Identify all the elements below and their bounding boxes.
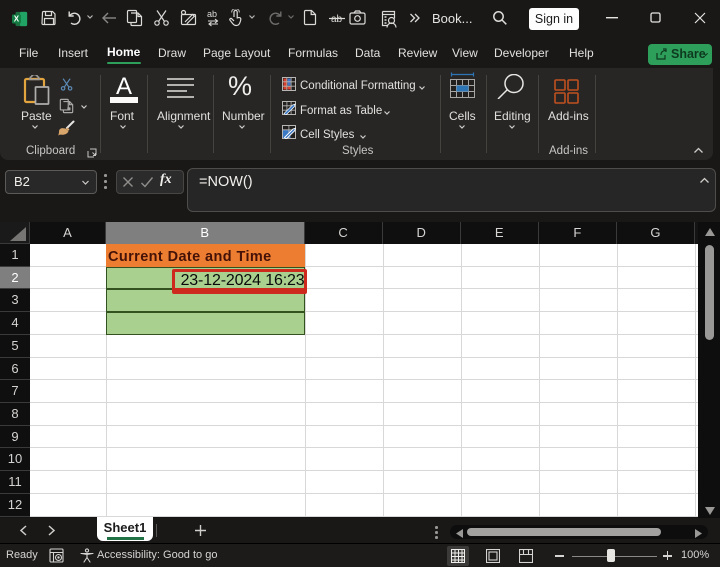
- svg-text:X: X: [14, 15, 20, 24]
- svg-text:ab: ab: [207, 9, 217, 19]
- svg-text:ab: ab: [331, 14, 343, 25]
